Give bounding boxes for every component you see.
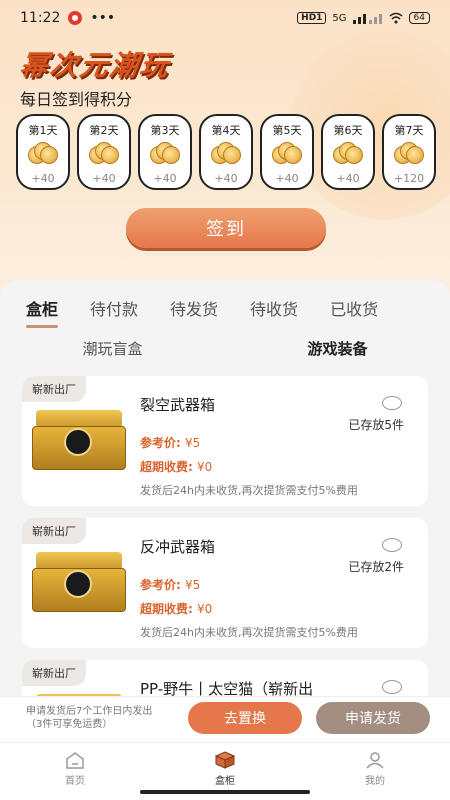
home-icon: [66, 752, 84, 769]
fee-value: ¥0: [196, 460, 213, 474]
weapon-case-icon: [30, 546, 128, 618]
day-points: +40: [153, 172, 177, 185]
select-radio[interactable]: [382, 538, 402, 552]
app-title: 幂次元潮玩: [17, 49, 173, 82]
checkin-day: 第6天 +40: [321, 114, 375, 190]
checkin-days: 第1天 +40 第2天 +40 第3天 +40 第4天 +40 第5天 +40 第6天 +40 第7天 +…: [16, 114, 436, 190]
subtab-blind-box[interactable]: 潮玩盲盒: [0, 338, 225, 359]
day-label: 第1天: [28, 124, 58, 137]
nav-home-label: 首页: [65, 776, 85, 787]
checkin-day: 第5天 +40: [260, 114, 314, 190]
status-bar: 11:22 ••• HD1 5G 64: [0, 0, 450, 36]
day-points: +40: [31, 172, 55, 185]
checkin-day: 第2天 +40: [77, 114, 131, 190]
day-label: 第4天: [211, 124, 241, 137]
coins-icon: [150, 142, 180, 164]
fee-label: 超期收费:: [140, 460, 197, 474]
day-label: 第3天: [150, 124, 180, 137]
checkin-day: 第4天 +40: [199, 114, 253, 190]
replace-button[interactable]: 去置换: [188, 702, 302, 734]
item-name: 反冲武器箱: [140, 538, 216, 556]
tab-pending-payment[interactable]: 待付款: [90, 296, 138, 320]
price-label: 参考价:: [140, 436, 185, 450]
day-points: +40: [92, 172, 116, 185]
item-card[interactable]: 崭新出厂反冲武器箱已存放2件参考价: ¥5 超期收费: ¥0 发货后24h内未收货,…: [22, 518, 428, 648]
reference-price: 参考价: ¥5: [140, 576, 200, 593]
checkin-subtitle: 每日签到得积分: [20, 90, 133, 109]
day-points: +40: [336, 172, 360, 185]
reference-price: 参考价: ¥5: [140, 434, 200, 451]
order-tabs: 盒柜 待付款 待发货 待收货 已收货: [0, 296, 450, 328]
overdue-fee: 超期收费: ¥0: [140, 600, 212, 617]
user-icon: [366, 752, 384, 769]
coins-icon: [333, 142, 363, 164]
battery-icon: 64: [408, 12, 430, 24]
nav-home[interactable]: 首页: [0, 743, 150, 800]
netease-icon: [68, 11, 83, 25]
stored-count: 已存放5件: [348, 418, 404, 432]
day-points: +40: [214, 172, 238, 185]
nav-mine[interactable]: 我的: [300, 743, 450, 800]
checkin-day: 第3天 +40: [138, 114, 192, 190]
price-value: ¥5: [184, 578, 201, 592]
stored-count: 已存放2件: [348, 560, 404, 574]
overdue-fee: 超期收费: ¥0: [140, 458, 212, 475]
coins-icon: [394, 142, 424, 164]
subtab-game-gear[interactable]: 游戏装备: [225, 338, 450, 363]
delivery-note: 发货后24h内未收货,再次提货需支付5%费用: [140, 626, 358, 639]
status-more: •••: [90, 10, 116, 26]
condition-tag: 崭新出厂: [22, 376, 86, 402]
signin-button[interactable]: 签到: [126, 208, 326, 248]
select-radio[interactable]: [382, 680, 402, 694]
shipping-note-line1: 申请发货后7个工作日内发出: [26, 706, 153, 717]
wifi-icon: [389, 12, 403, 24]
condition-tag: 崭新出厂: [22, 518, 86, 544]
signal-icon: [352, 14, 382, 24]
tab-pending-shipment[interactable]: 待发货: [170, 296, 218, 320]
coins-icon: [89, 142, 119, 164]
condition-tag: 崭新出厂: [22, 660, 86, 686]
box-icon: [215, 751, 235, 769]
nav-mine-label: 我的: [365, 776, 385, 787]
coins-icon: [211, 142, 241, 164]
coins-icon: [272, 142, 302, 164]
tab-cabinet[interactable]: 盒柜: [26, 296, 59, 328]
day-points: +40: [275, 172, 299, 185]
fee-label: 超期收费:: [140, 602, 197, 616]
weapon-case-icon: [30, 404, 128, 476]
delivery-note: 发货后24h内未收货,再次提货需支付5%费用: [140, 484, 358, 497]
item-name: 裂空武器箱: [140, 396, 216, 414]
coins-icon: [28, 142, 58, 164]
shipping-note-line2: （3件可享免运费）: [26, 719, 113, 730]
hd-badge: HD1: [297, 12, 327, 24]
action-bar: 申请发货后7个工作日内发出 （3件可享免运费） 去置换 申请发货: [0, 696, 450, 742]
fee-value: ¥0: [196, 602, 213, 616]
status-time: 11:22: [20, 10, 61, 26]
checkin-day: 第7天 +120: [382, 114, 436, 190]
day-label: 第2天: [89, 124, 119, 137]
checkin-day: 第1天 +40: [16, 114, 70, 190]
day-label: 第7天: [394, 124, 424, 137]
request-shipment-button[interactable]: 申请发货: [316, 702, 430, 734]
item-card[interactable]: 崭新出厂裂空武器箱已存放5件参考价: ¥5 超期收费: ¥0 发货后24h内未收货,…: [22, 376, 428, 506]
select-radio[interactable]: [382, 396, 402, 410]
shipping-note: 申请发货后7个工作日内发出 （3件可享免运费）: [26, 705, 152, 731]
tab-received[interactable]: 已收货: [330, 296, 378, 320]
day-label: 第6天: [333, 124, 363, 137]
nav-cabinet-label: 盒柜: [215, 776, 235, 787]
day-points: +120: [393, 172, 425, 185]
price-label: 参考价:: [140, 578, 185, 592]
day-label: 第5天: [272, 124, 302, 137]
category-tabs: 潮玩盲盒 游戏装备: [0, 338, 450, 363]
network-label: 5G: [332, 12, 347, 24]
tab-pending-receipt[interactable]: 待收货: [250, 296, 298, 320]
checkin-hero: 幂次元潮玩 每日签到得积分 第1天 +40 第2天 +40 第3天 +40 第4天 +40 第5…: [0, 0, 450, 300]
price-value: ¥5: [184, 436, 201, 450]
home-indicator[interactable]: [140, 790, 310, 794]
